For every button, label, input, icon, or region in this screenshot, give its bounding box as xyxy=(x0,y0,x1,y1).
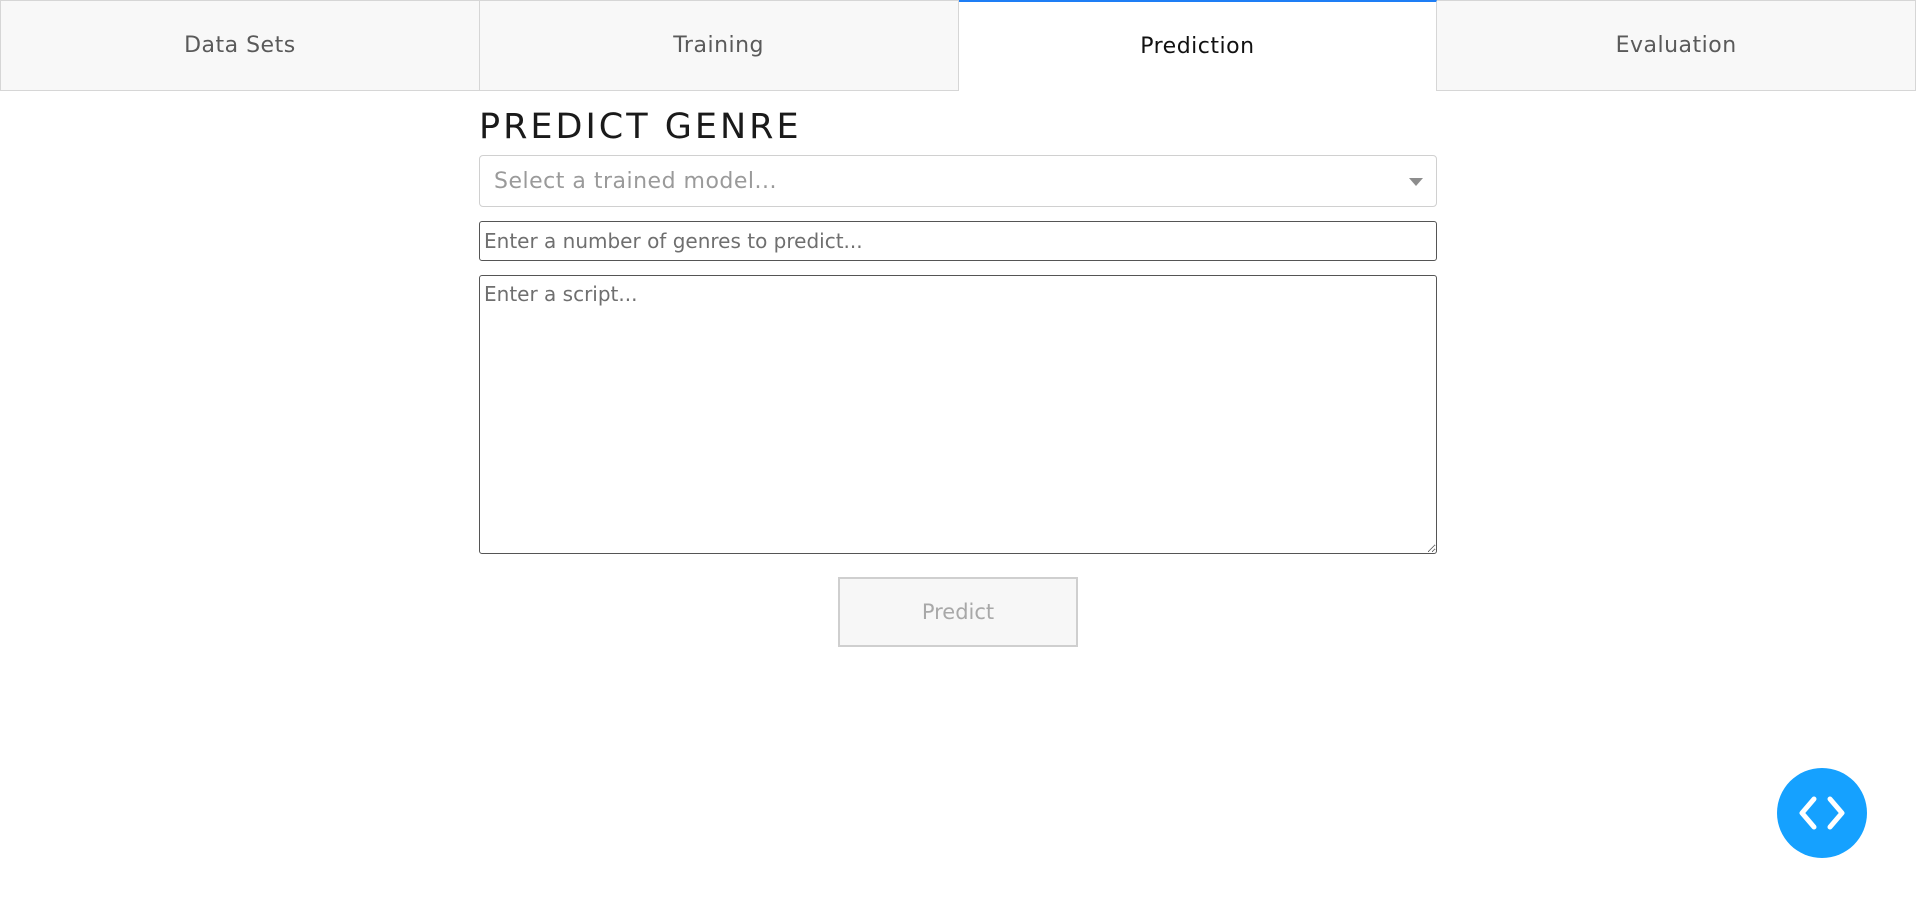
code-toggle-button[interactable] xyxy=(1777,768,1867,858)
model-select-placeholder: Select a trained model... xyxy=(494,168,778,194)
tab-evaluation[interactable]: Evaluation xyxy=(1437,0,1916,91)
model-select[interactable]: Select a trained model... xyxy=(479,155,1437,207)
page-title: PREDICT GENRE xyxy=(479,107,802,147)
tab-bar: Data Sets Training Prediction Evaluation xyxy=(0,0,1916,91)
predict-button[interactable]: Predict xyxy=(838,577,1078,647)
tab-training[interactable]: Training xyxy=(479,0,959,91)
code-brackets-icon xyxy=(1799,796,1845,830)
script-textarea[interactable] xyxy=(479,275,1437,554)
prediction-panel: PREDICT GENRE Select a trained model... … xyxy=(479,91,1437,647)
chevron-down-icon[interactable] xyxy=(1409,178,1423,186)
predict-button-container: Predict xyxy=(479,577,1437,647)
tab-prediction[interactable]: Prediction xyxy=(958,0,1438,91)
tab-data-sets[interactable]: Data Sets xyxy=(0,0,480,91)
genre-count-input[interactable] xyxy=(479,221,1437,261)
